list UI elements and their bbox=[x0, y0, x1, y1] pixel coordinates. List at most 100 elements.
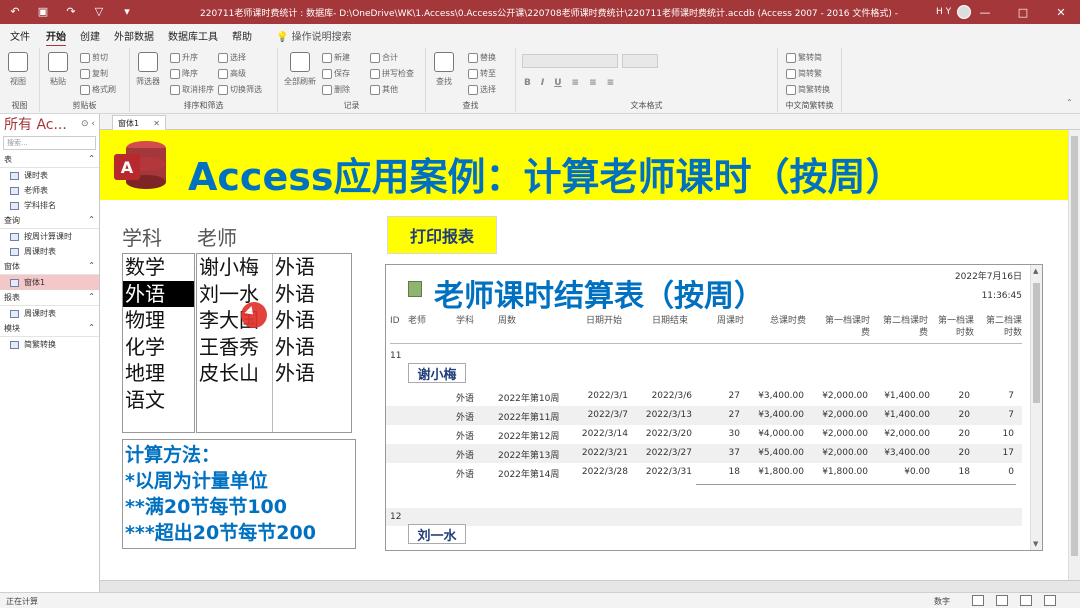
spelling-icon bbox=[370, 68, 380, 79]
minimize-button[interactable]: — bbox=[966, 0, 1004, 24]
font-size-select[interactable] bbox=[622, 54, 658, 68]
filter-icon[interactable]: ▽ bbox=[92, 4, 106, 18]
convert-button[interactable]: 简繁转换 bbox=[786, 84, 830, 95]
cut-button[interactable]: 剪切 bbox=[80, 52, 108, 63]
spelling-button[interactable]: 拼写检查 bbox=[370, 68, 414, 79]
nav-collapse-icon[interactable]: ⊙ ‹ bbox=[81, 119, 95, 129]
save-icon[interactable]: ▣ bbox=[36, 4, 50, 18]
view-button[interactable]: 视图 bbox=[8, 52, 28, 87]
design-view-icon[interactable] bbox=[1044, 595, 1056, 606]
chevron-up-icon[interactable]: ⌃ bbox=[88, 323, 95, 334]
goto-button[interactable]: 转至 bbox=[468, 68, 496, 79]
format-buttons[interactable]: B I U ≡ ≡ ≡ bbox=[524, 78, 614, 88]
italic-icon[interactable]: I bbox=[541, 78, 544, 88]
replace-button[interactable]: 替换 bbox=[468, 52, 496, 63]
form-horizontal-scrollbar[interactable] bbox=[100, 580, 1080, 592]
subject-option[interactable]: 地理 bbox=[123, 360, 194, 387]
chevron-up-icon[interactable]: ⌃ bbox=[88, 215, 95, 226]
toggle-filter-button[interactable]: 切换筛选 bbox=[218, 84, 262, 95]
redo-icon[interactable]: ↷ bbox=[64, 4, 78, 18]
form-view-icon[interactable] bbox=[972, 595, 984, 606]
tab-form1[interactable]: 窗体1 ✕ bbox=[112, 115, 166, 130]
filter-button[interactable]: 筛选器 bbox=[136, 52, 160, 87]
new-record-button[interactable]: 新建 bbox=[322, 52, 350, 63]
teacher-option[interactable]: 谢小梅 bbox=[197, 254, 272, 281]
subject-option[interactable]: 外语 bbox=[123, 280, 194, 307]
totals-button[interactable]: 合计 bbox=[370, 52, 398, 63]
scroll-down-icon[interactable]: ▼ bbox=[1033, 540, 1038, 548]
remove-sort-button[interactable]: 取消排序 bbox=[170, 84, 214, 95]
format-painter-button[interactable]: 格式刷 bbox=[80, 84, 116, 95]
report-subform[interactable]: 老师课时结算表（按周） 2022年7月16日 11:36:45 ▲ ▼ ID 老师… bbox=[385, 264, 1043, 551]
chevron-up-icon[interactable]: ⌃ bbox=[88, 292, 95, 303]
customize-qat-icon[interactable]: ▾ bbox=[120, 4, 134, 18]
nav-item[interactable]: 课时表 bbox=[0, 168, 99, 183]
nav-item[interactable]: 老师表 bbox=[0, 183, 99, 198]
advanced-button[interactable]: 高级 bbox=[218, 68, 246, 79]
nav-item[interactable]: 窗体1 bbox=[0, 275, 99, 290]
align-center-icon[interactable]: ≡ bbox=[589, 78, 597, 88]
subject-listbox[interactable]: 数学 外语 物理 化学 地理 语文 bbox=[122, 253, 195, 433]
delete-record-button[interactable]: 删除 bbox=[322, 84, 350, 95]
tab-create[interactable]: 创建 bbox=[80, 28, 100, 43]
refresh-all-button[interactable]: 全部刷新 bbox=[284, 52, 316, 87]
datasheet-view-icon[interactable] bbox=[996, 595, 1008, 606]
close-button[interactable]: ✕ bbox=[1042, 0, 1080, 24]
font-name-select[interactable] bbox=[522, 54, 618, 68]
paste-button[interactable]: 粘贴 bbox=[48, 52, 68, 87]
nav-item-label: 按周计算课时 bbox=[24, 232, 72, 241]
nav-category[interactable]: 窗体 ⌃ bbox=[0, 259, 99, 275]
nav-search-input[interactable]: 搜索... bbox=[3, 136, 96, 150]
nav-category[interactable]: 报表 ⌃ bbox=[0, 290, 99, 306]
form-vertical-scrollbar[interactable] bbox=[1068, 130, 1080, 580]
chevron-up-icon[interactable]: ⌃ bbox=[88, 154, 95, 165]
report-scrollbar[interactable]: ▲ ▼ bbox=[1030, 265, 1042, 550]
tab-help[interactable]: 帮助 bbox=[232, 28, 252, 43]
tab-home[interactable]: 开始 bbox=[46, 28, 66, 47]
align-left-icon[interactable]: ≡ bbox=[572, 78, 580, 88]
selection-button[interactable]: 选择 bbox=[218, 52, 246, 63]
tell-me-search[interactable]: 💡 操作说明搜索 bbox=[276, 28, 352, 43]
undo-icon[interactable]: ↶ bbox=[8, 4, 22, 18]
to-simplified-button[interactable]: 简转繁 bbox=[786, 68, 822, 79]
close-tab-icon[interactable]: ✕ bbox=[153, 119, 160, 128]
nav-category[interactable]: 表 ⌃ bbox=[0, 152, 99, 168]
report-scroll-thumb[interactable] bbox=[1033, 283, 1040, 403]
save-record-button[interactable]: 保存 bbox=[322, 68, 350, 79]
tab-external-data[interactable]: 外部数据 bbox=[114, 28, 154, 43]
nav-category[interactable]: 查询 ⌃ bbox=[0, 213, 99, 229]
chevron-up-icon[interactable]: ⌃ bbox=[88, 261, 95, 272]
nav-item[interactable]: 周课时表 bbox=[0, 244, 99, 259]
sort-ascending-button[interactable]: 升序 bbox=[170, 52, 198, 63]
nav-item[interactable]: 按周计算课时 bbox=[0, 229, 99, 244]
copy-button[interactable]: 复制 bbox=[80, 68, 108, 79]
nav-item[interactable]: 学科排名 bbox=[0, 198, 99, 213]
tab-file[interactable]: 文件 bbox=[10, 28, 30, 43]
subject-option[interactable]: 语文 bbox=[123, 387, 194, 414]
collapse-ribbon-icon[interactable]: ⌃ bbox=[1066, 98, 1073, 107]
nav-item[interactable]: 周课时表 bbox=[0, 306, 99, 321]
more-button[interactable]: 其他 bbox=[370, 84, 398, 95]
subject-option[interactable]: 物理 bbox=[123, 307, 194, 334]
teacher-option[interactable]: 王香秀 bbox=[197, 334, 272, 361]
to-traditional-button[interactable]: 繁转简 bbox=[786, 52, 822, 63]
tab-database-tools[interactable]: 数据库工具 bbox=[168, 28, 218, 43]
align-right-icon[interactable]: ≡ bbox=[607, 78, 615, 88]
nav-item[interactable]: 简繁转换 bbox=[0, 337, 99, 352]
bold-icon[interactable]: B bbox=[524, 78, 531, 88]
teacher-option[interactable]: 皮长山 bbox=[197, 360, 272, 387]
sort-descending-button[interactable]: 降序 bbox=[170, 68, 198, 79]
nav-category[interactable]: 模块 ⌃ bbox=[0, 321, 99, 337]
form-scroll-thumb[interactable] bbox=[1071, 136, 1078, 556]
find-button[interactable]: 查找 bbox=[434, 52, 454, 87]
layout-view-icon[interactable] bbox=[1020, 595, 1032, 606]
print-report-button[interactable]: 打印报表 bbox=[387, 216, 497, 254]
nav-header[interactable]: 所有 Ac... ⊙ ‹ bbox=[0, 114, 99, 134]
teacher-listbox[interactable]: 谢小梅 刘一水 李大国 王香秀 皮长山 外语 外语 外语 外语 外语 bbox=[196, 253, 352, 433]
maximize-button[interactable]: □ bbox=[1004, 0, 1042, 24]
select-button[interactable]: 选择 bbox=[468, 84, 496, 95]
subject-option[interactable]: 化学 bbox=[123, 334, 194, 361]
subject-option[interactable]: 数学 bbox=[123, 254, 194, 281]
underline-icon[interactable]: U bbox=[554, 78, 561, 88]
scroll-up-icon[interactable]: ▲ bbox=[1033, 267, 1038, 275]
